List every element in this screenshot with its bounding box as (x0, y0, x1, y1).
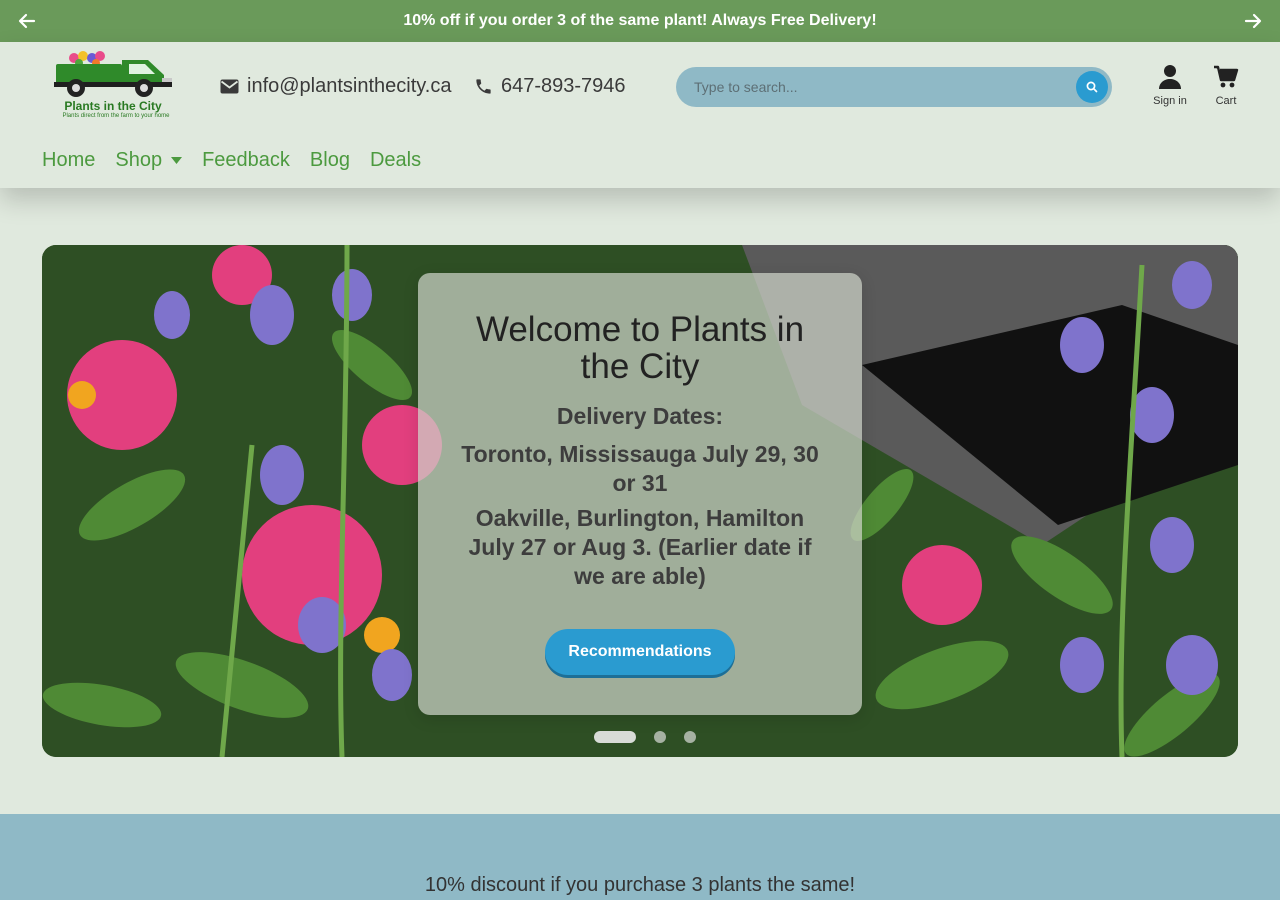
nav-item-blog[interactable]: Blog (310, 149, 350, 172)
search-icon (1086, 81, 1098, 93)
main-navigation: Home Shop Feedback Blog Deals (42, 149, 441, 172)
slide-dot-1[interactable] (594, 731, 636, 743)
hero-card: Welcome to Plants in the City Delivery D… (418, 273, 862, 715)
phone-link[interactable]: 647-893-7946 (474, 75, 626, 98)
chevron-down-icon (171, 157, 183, 164)
slide-dot-2[interactable] (654, 731, 666, 743)
hero-title: Welcome to Plants in the City (475, 310, 805, 386)
nav-item-deals[interactable]: Deals (370, 149, 421, 172)
phone-number: 647-893-7946 (501, 75, 626, 97)
cart-button[interactable]: Cart (1210, 64, 1242, 107)
phone-icon (476, 79, 491, 94)
sign-in-button[interactable]: Sign in (1150, 64, 1190, 107)
announcement-bar: 10% off if you order 3 of the same plant… (0, 0, 1280, 42)
promo-section: 10% discount if you purchase 3 plants th… (0, 814, 1280, 900)
next-announcement-button[interactable] (1232, 0, 1274, 42)
arrow-right-icon (1244, 13, 1262, 29)
delivery-dates-oakville: Oakville, Burlington, Hamilton July 27 o… (468, 505, 812, 589)
envelope-icon (220, 79, 239, 94)
nav-item-home[interactable]: Home (42, 149, 95, 172)
user-icon (1159, 65, 1181, 89)
slide-dot-3[interactable] (684, 731, 696, 743)
logo-name: Plants in the City (64, 99, 162, 113)
nav-item-feedback[interactable]: Feedback (202, 149, 290, 172)
cart-label: Cart (1215, 95, 1237, 107)
email-address: info@plantsinthecity.ca (247, 75, 452, 97)
logo-tagline: Plants direct from the farm to your home (62, 113, 170, 119)
delivery-dates-heading: Delivery Dates: (556, 403, 724, 429)
hero-slideshow: Welcome to Plants in the City Delivery D… (42, 245, 1238, 757)
previous-announcement-button[interactable] (6, 0, 48, 42)
search-button[interactable] (1076, 71, 1108, 103)
sign-in-label: Sign in (1153, 95, 1187, 107)
site-logo[interactable]: Plants in the City Plants direct from th… (52, 48, 180, 122)
email-link[interactable]: info@plantsinthecity.ca (220, 75, 451, 98)
recommendations-button[interactable]: Recommendations (545, 629, 735, 675)
arrow-left-icon (18, 13, 36, 29)
truck-logo-icon (54, 51, 172, 97)
slide-indicators (594, 731, 714, 743)
promo-text: 10% discount if you purchase 3 plants th… (424, 874, 856, 896)
search-input[interactable] (676, 67, 1072, 107)
announcement-text: 10% off if you order 3 of the same plant… (403, 12, 877, 29)
nav-item-shop-label: Shop (115, 149, 163, 171)
delivery-dates-toronto: Toronto, Mississauga July 29, 30 or 31 (461, 441, 819, 496)
search-bar (676, 67, 1112, 107)
cart-icon (1214, 65, 1239, 88)
nav-item-shop[interactable]: Shop (115, 149, 183, 172)
site-header: Plants in the City Plants direct from th… (0, 42, 1280, 188)
